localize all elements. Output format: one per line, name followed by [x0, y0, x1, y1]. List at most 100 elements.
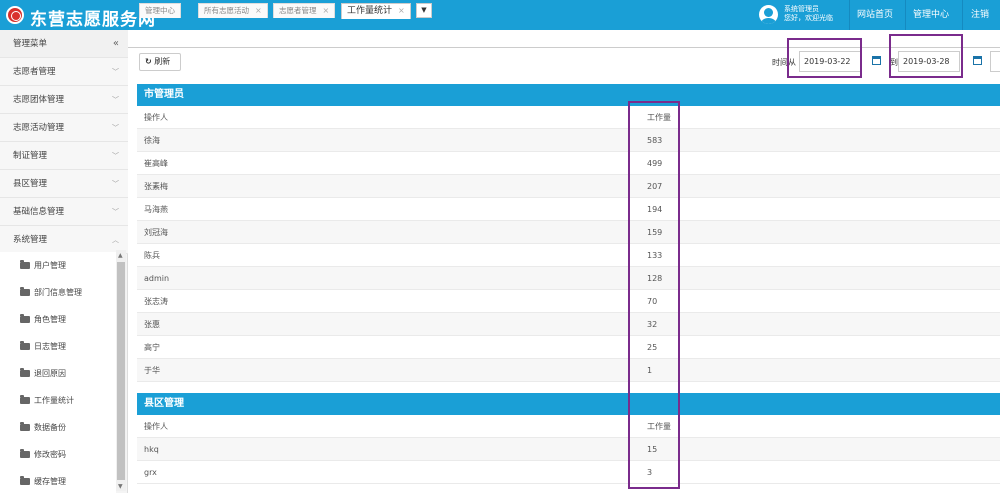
sidebar-title-label: 管理菜单: [13, 39, 48, 49]
col-operator-header: 操作人: [144, 422, 168, 431]
refresh-button[interactable]: ↻ 刷新: [139, 53, 181, 71]
folder-icon: [20, 260, 30, 269]
close-icon[interactable]: ×: [323, 6, 330, 15]
folder-icon: [20, 476, 30, 485]
sidebar-sub-log[interactable]: 日志管理: [0, 333, 116, 360]
logo-icon: [6, 6, 24, 24]
tab-all-activities[interactable]: 所有志愿活动 ×: [198, 3, 268, 18]
folder-icon: [20, 287, 30, 296]
sidebar-title: 管理菜单 «: [0, 30, 128, 58]
operator-name: 徐海: [144, 136, 160, 145]
sidebar-sub-user[interactable]: 用户管理: [0, 252, 116, 279]
close-icon[interactable]: ×: [255, 6, 262, 15]
table-row: 陈兵 133: [137, 244, 1000, 267]
folder-icon: [20, 314, 30, 323]
tab-label: 所有志愿活动: [204, 6, 249, 15]
table-header-row: 操作人 工作量: [137, 106, 1000, 129]
folder-icon: [20, 395, 30, 404]
tab-label: 工作量统计: [347, 6, 393, 16]
collapse-sidebar-icon[interactable]: «: [113, 30, 119, 58]
sidebar-item-label: 志愿团体管理: [13, 95, 65, 105]
operator-name: 刘冠海: [144, 228, 168, 237]
operator-name: grx: [144, 468, 157, 477]
scroll-up-icon[interactable]: ▲: [118, 252, 123, 259]
sidebar-sub-role[interactable]: 角色管理: [0, 306, 116, 333]
sidebar-sub-label: 日志管理: [34, 342, 66, 351]
operator-name: 张志涛: [144, 297, 168, 306]
highlight-box-workload-column: [628, 101, 680, 489]
sidebar-item-county[interactable]: 县区管理 ﹀: [0, 170, 128, 198]
table-row: hkq 15: [137, 438, 1000, 461]
folder-icon: [20, 368, 30, 377]
sidebar-sub-backup[interactable]: 数据备份: [0, 414, 116, 441]
nav-divider: [905, 0, 906, 30]
calendar-icon[interactable]: [973, 56, 982, 65]
chevron-down-icon: ﹀: [112, 180, 119, 188]
table-row: 刘冠海 159: [137, 221, 1000, 244]
sidebar-sub-department[interactable]: 部门信息管理: [0, 279, 116, 306]
operator-name: hkq: [144, 445, 159, 454]
folder-icon: [20, 341, 30, 350]
county-section-title: 县区管理: [137, 393, 1000, 415]
user-avatar-icon: [759, 5, 778, 24]
user-greeting: 您好，欢迎光临: [784, 14, 833, 22]
scroll-down-icon[interactable]: ▼: [118, 483, 123, 490]
tab-volunteer-management[interactable]: 志愿者管理 ×: [273, 3, 336, 18]
sidebar-sub-label: 修改密码: [34, 450, 66, 459]
chevron-down-icon: ﹀: [112, 208, 119, 216]
sidebar-item-label: 县区管理: [13, 179, 48, 189]
chevron-down-icon: ﹀: [112, 124, 119, 132]
sidebar-sub-cache[interactable]: 缓存管理: [0, 468, 116, 493]
operator-name: 陈兵: [144, 251, 160, 260]
user-role: 系统管理员: [784, 5, 819, 13]
calendar-icon[interactable]: [872, 56, 881, 65]
sidebar-sub-label: 部门信息管理: [34, 288, 82, 297]
sidebar-item-system[interactable]: 系统管理 ︿: [0, 226, 128, 254]
tab-dropdown-icon[interactable]: ▼: [416, 3, 432, 18]
sidebar-sub-label: 缓存管理: [34, 477, 66, 486]
col-operator-header: 操作人: [144, 113, 168, 122]
sidebar-item-label: 志愿者管理: [13, 67, 56, 77]
sidebar-item-volunteer-group[interactable]: 志愿团体管理 ﹀: [0, 86, 128, 114]
sidebar-item-label: 制证管理: [13, 151, 48, 161]
sidebar-sub-workload[interactable]: 工作量统计: [0, 387, 116, 414]
table-row: 徐海 583: [137, 129, 1000, 152]
highlight-box-date-to: [889, 34, 963, 78]
operator-name: admin: [144, 274, 170, 283]
folder-icon: [20, 449, 30, 458]
app-title: 东营志愿服务网: [30, 10, 156, 30]
sidebar-scrollbar[interactable]: ▲ ▼: [116, 250, 126, 491]
city-admin-section-title: 市管理员: [137, 84, 1000, 106]
sidebar-sub-label: 退回原因: [34, 369, 66, 378]
table-row: 高宁 25: [137, 336, 1000, 359]
sidebar-item-label: 志愿活动管理: [13, 123, 65, 133]
nav-logout-link[interactable]: 注销: [965, 0, 995, 30]
tab-label: 管理中心: [145, 6, 175, 15]
sidebar-sub-label: 工作量统计: [34, 396, 74, 405]
table-row: 马海燕 194: [137, 198, 1000, 221]
sidebar-item-label: 系统管理: [13, 235, 48, 245]
tab-label: 志愿者管理: [279, 6, 317, 15]
sidebar-sub-change-password[interactable]: 修改密码: [0, 441, 116, 468]
nav-home-link[interactable]: 网站首页: [851, 0, 899, 30]
folder-icon: [20, 422, 30, 431]
sidebar-item-basic-info[interactable]: 基础信息管理 ﹀: [0, 198, 128, 226]
tab-workload-stats[interactable]: 工作量统计 ×: [341, 3, 411, 19]
refresh-icon: ↻: [145, 57, 152, 66]
nav-divider: [849, 0, 850, 30]
tab-bar: [128, 30, 1000, 48]
query-button[interactable]: [990, 51, 1000, 72]
nav-admin-center-link[interactable]: 管理中心: [907, 0, 955, 30]
sidebar-item-volunteer-activity[interactable]: 志愿活动管理 ﹀: [0, 114, 128, 142]
sidebar-item-volunteer[interactable]: 志愿者管理 ﹀: [0, 58, 128, 86]
scrollbar-thumb[interactable]: [117, 262, 125, 480]
sidebar: 管理菜单 « 志愿者管理 ﹀ 志愿团体管理 ﹀ 志愿活动管理 ﹀ 制证管理 ﹀ …: [0, 30, 128, 493]
sidebar-item-certificate[interactable]: 制证管理 ﹀: [0, 142, 128, 170]
table-row: 张志涛 70: [137, 290, 1000, 313]
sidebar-sub-return-reason[interactable]: 退回原因: [0, 360, 116, 387]
tab-admin-center[interactable]: 管理中心: [139, 3, 181, 18]
operator-name: 高宁: [144, 343, 160, 352]
close-icon[interactable]: ×: [398, 6, 405, 15]
table-row: 张素梅 207: [137, 175, 1000, 198]
table-header-row: 操作人 工作量: [137, 415, 1000, 438]
